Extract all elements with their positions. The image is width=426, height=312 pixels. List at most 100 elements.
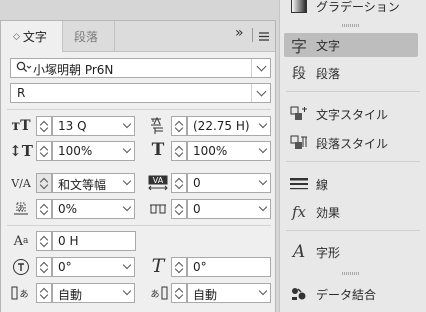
panel-dock: グラデーション 字 文字 段 段落 文字スタイル 段落スタイル 線 fx 効果 … [279,0,426,312]
panel-menu-icon[interactable] [259,31,269,44]
tracking-value: 0 [193,176,201,190]
chevron-down-icon[interactable] [120,117,134,135]
glyphs-icon: A [292,242,306,262]
chevron-down-icon[interactable] [120,258,134,276]
aki-before-field[interactable]: 自動 [52,283,135,303]
chevron-down-icon[interactable] [251,84,270,102]
dock-item-paragraph-styles[interactable]: 段落スタイル [280,131,426,155]
character-rotation-field[interactable]: 0° [52,257,135,277]
data-merge-icon [288,284,310,304]
dock-label-paragraph: 段落 [316,67,341,81]
dock-item-character[interactable]: 字 文字 [284,33,418,57]
stroke-icon [288,174,310,194]
svg-text:あ: あ [19,289,28,300]
aki-after-field[interactable]: 自動 [187,283,271,303]
aki-icon [146,199,170,219]
character-panel: ◇ 文字 段落 » 小塚明朝 Pr6N R тT 13 Q (22.75 H) [0,20,276,312]
tab-paragraph[interactable]: 段落 [63,21,115,51]
skew-icon: T [151,255,165,277]
aki-after-value: 自動 [193,288,218,302]
skew-stepper[interactable] [171,257,187,277]
section-divider [7,225,271,226]
chevron-down-icon[interactable] [120,200,134,218]
kerning-stepper[interactable] [36,173,52,193]
chevron-down-icon[interactable] [256,117,270,135]
font-family-field[interactable]: 小塚明朝 Pr6N [10,58,271,78]
leading-stepper[interactable] [171,116,187,136]
baseline-shift-field[interactable]: 0 H [52,231,136,251]
tsume-field[interactable]: 0% [52,199,135,219]
leading-icon [146,116,170,136]
dock-group-grip[interactable] [342,272,360,275]
svg-text:あ: あ [150,289,159,300]
character-rotation-value: 0° [58,260,72,274]
aki-after-stepper[interactable] [171,283,187,303]
tsume-value: 0% [58,202,78,216]
dock-label-effects: 効果 [316,206,341,220]
chevron-down-icon[interactable] [256,200,270,218]
tsume-stepper[interactable] [36,199,52,219]
search-icon [16,61,32,78]
tab-paragraph-label: 段落 [74,29,99,44]
dock-item-paragraph[interactable]: 段 段落 [280,61,426,85]
dock-item-character-styles[interactable]: 文字スタイル [280,102,426,126]
tracking-stepper[interactable] [171,173,187,193]
skew-value: 0° [193,260,207,274]
effects-icon: fx [291,203,306,221]
leading-value: (22.75 H) [193,119,250,133]
chevron-down-icon[interactable] [256,284,270,302]
dock-separator [286,230,420,231]
tracking-field[interactable]: 0 [187,173,271,193]
dock-label-paragraph-styles: 段落スタイル [316,137,389,151]
aki-field[interactable]: 0 [187,199,271,219]
font-size-value: 13 Q [58,119,87,133]
collapse-panel-icon[interactable]: » [235,25,244,41]
chevron-down-icon[interactable] [251,59,270,77]
baseline-shift-stepper[interactable] [36,231,52,251]
kerning-icon: V/A [11,176,31,190]
chevron-down-icon[interactable] [120,284,134,302]
leading-field[interactable]: (22.75 H) [187,116,271,136]
tab-character[interactable]: ◇ 文字 [1,21,63,52]
svg-text:あ: あ [18,204,25,212]
font-size-stepper[interactable] [36,116,52,136]
chevron-down-icon[interactable] [256,174,270,192]
vertical-scale-stepper[interactable] [36,141,52,161]
dock-item-glyphs[interactable]: A 字形 [280,240,426,264]
baseline-shift-icon: Aa [13,233,29,249]
dock-item-data-merge[interactable]: データ結合 [280,282,426,306]
horizontal-scale-field[interactable]: 100% [187,141,271,161]
dock-item-effects[interactable]: fx 効果 [280,200,426,224]
aki-before-icon: あ [9,283,33,303]
chevron-down-icon[interactable] [120,174,134,192]
aki-stepper[interactable] [171,199,187,219]
tsume-icon: あ [9,199,33,219]
section-divider [7,109,271,110]
kerning-value: 和文等幅 [58,178,107,192]
panel-tab-bar: ◇ 文字 段落 » [1,21,275,52]
vertical-scale-icon: ↕T [9,142,33,160]
paragraph-style-icon [288,133,310,153]
chevron-down-icon[interactable] [120,142,134,160]
aki-before-stepper[interactable] [36,283,52,303]
chevron-down-icon[interactable] [256,142,270,160]
character-rotation-stepper[interactable] [36,257,52,277]
tab-divider [252,28,253,42]
character-style-icon [288,104,310,124]
dock-label-character-styles: 文字スタイル [316,108,389,122]
dock-label-character: 文字 [316,39,341,53]
dock-label-gradient: グラデーション [316,0,400,14]
vertical-scale-field[interactable]: 100% [52,141,135,161]
horizontal-scale-stepper[interactable] [171,141,187,161]
font-style-field[interactable]: R [10,83,271,103]
dock-item-gradient[interactable]: グラデーション [280,0,426,18]
font-size-field[interactable]: 13 Q [52,116,135,136]
kerning-field[interactable]: 和文等幅 [52,173,135,193]
dock-item-stroke[interactable]: 線 [280,172,426,196]
tab-options-arrow-icon: ◇ [13,31,20,42]
dock-label-glyphs: 字形 [316,246,341,260]
gradient-icon [288,0,310,16]
dock-separator [286,161,420,162]
dock-group-grip[interactable] [342,24,360,27]
skew-field[interactable]: 0° [187,257,271,277]
